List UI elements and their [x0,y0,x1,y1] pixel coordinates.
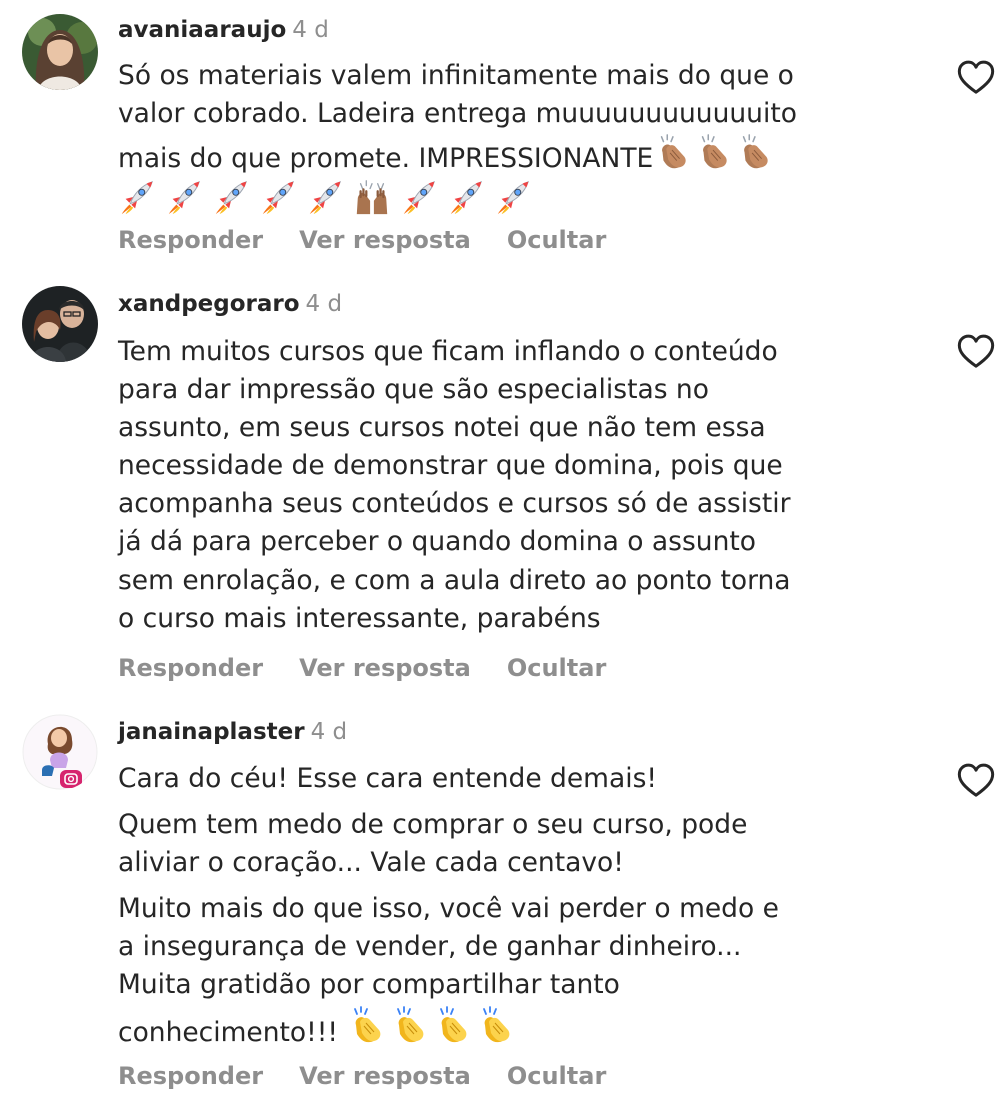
comment-item: avaniaaraujo 4 d Só os materiais valem in… [0,6,1000,264]
rocket-icon [259,178,297,216]
comment-paragraph: Quem tem medo de comprar o seu curso, po… [118,806,918,882]
comment-line: Muito mais do que isso, você vai perder … [118,893,779,925]
comment-item: xandpegoraro 4 d Tem muitos cursos que fi… [0,282,1000,702]
reply-button[interactable]: Responder [118,1058,263,1094]
timestamp: 4 d [310,719,348,745]
rocket-icon [447,178,485,216]
comment-line: o curso mais interessante, parabéns [118,602,601,634]
comment-line: assunto, em seus cursos notei que não te… [118,412,766,444]
hide-button[interactable]: Ocultar [507,650,606,686]
comment-body: Tem muitos cursos que ficam inflando o c… [118,333,918,638]
rocket-icon [306,178,344,216]
username-link[interactable]: avaniaaraujo [118,17,286,43]
comment-actions: Responder Ver resposta Ocultar [118,222,642,258]
comment-line: conhecimento!!! [118,1005,918,1052]
comment-line: já dá para perceber o quando domina o as… [118,526,756,558]
reply-button[interactable]: Responder [118,650,263,686]
clapping-hands-icon [432,1005,472,1045]
comment-body: Só os materiais valem infinitamente mais… [118,57,918,216]
comment-line-text: conhecimento!!! [118,1016,338,1048]
comment-paragraph: Muito mais do que isso, você vai perder … [118,890,918,1051]
rocket-icon [118,178,156,216]
comment-paragraph: Cara do céu! Esse cara entende demais! [118,760,918,798]
comment-line: Tem muitos cursos que ficam inflando o c… [118,336,778,367]
username-link[interactable]: janainaplaster [118,719,305,745]
username-link[interactable]: xandpegoraro [118,291,300,317]
clapping-hands-icon [475,1005,515,1045]
rocket-icon [165,178,203,216]
emoji-line [118,178,918,216]
avatar-photo [22,14,98,90]
comment-line: para dar impressão que são especialistas… [118,374,709,406]
rocket-icon [400,178,438,216]
comment-line: necessidade de demonstrar que domina, po… [118,450,783,482]
hide-button[interactable]: Ocultar [507,222,606,258]
comment-line: aliviar o coração... Vale cada centavo! [118,847,624,879]
rocket-icon [494,178,532,216]
comment-line: valor cobrado. Ladeira entrega muuuuuuuu… [118,98,797,130]
avatar[interactable] [22,286,98,362]
like-heart-icon[interactable] [955,761,997,801]
rocket-icon [212,178,250,216]
comment-item: janainaplaster 4 d Cara do céu! Esse cara… [0,712,1000,1102]
avatar-photo [22,714,98,790]
clapping-hands-icon [653,133,691,171]
avatar[interactable] [22,714,98,790]
clapping-hands-icon [735,133,773,171]
clapping-hands-icon [389,1005,429,1045]
comment-meta: xandpegoraro 4 d [118,284,342,324]
view-replies-button[interactable]: Ver resposta [299,650,471,686]
comment-line: Quem tem medo de comprar o seu curso, po… [118,809,748,841]
comment-meta: janainaplaster 4 d [118,712,347,752]
comment-meta: avaniaaraujo 4 d [118,10,329,50]
comment-line: acompanha seus conteúdos e cursos só de … [118,488,791,520]
comment-line: Cara do céu! Esse cara entende demais! [118,763,658,794]
clapping-hands-icon [694,133,732,171]
comment-actions: Responder Ver resposta Ocultar [118,650,642,686]
comment-body: Cara do céu! Esse cara entende demais! Q… [118,760,918,1052]
comment-actions: Responder Ver resposta Ocultar [118,1058,642,1094]
avatar-photo [22,286,98,362]
reply-button[interactable]: Responder [118,222,263,258]
hide-button[interactable]: Ocultar [507,1058,606,1094]
raising-hands-icon [353,178,391,216]
like-heart-icon[interactable] [955,58,997,98]
view-replies-button[interactable]: Ver resposta [299,1058,471,1094]
view-replies-button[interactable]: Ver resposta [299,222,471,258]
timestamp: 4 d [292,17,329,43]
comment-line: Muita gratidão por compartilhar tanto [118,969,620,1001]
comment-line: a insegurança de vender, de ganhar dinhe… [118,931,742,963]
clapping-hands-icon [346,1005,386,1045]
comment-line-text: mais do que promete. IMPRESSIONANTE [118,143,654,175]
like-heart-icon[interactable] [955,332,997,372]
timestamp: 4 d [305,291,343,317]
avatar[interactable] [22,14,98,90]
comment-line: Só os materiais valem infinitamente mais… [118,60,794,91]
comment-line: sem enrolação, e com a aula direto ao po… [118,564,791,596]
comment-line: mais do que promete. IMPRESSIONANTE [118,133,918,178]
